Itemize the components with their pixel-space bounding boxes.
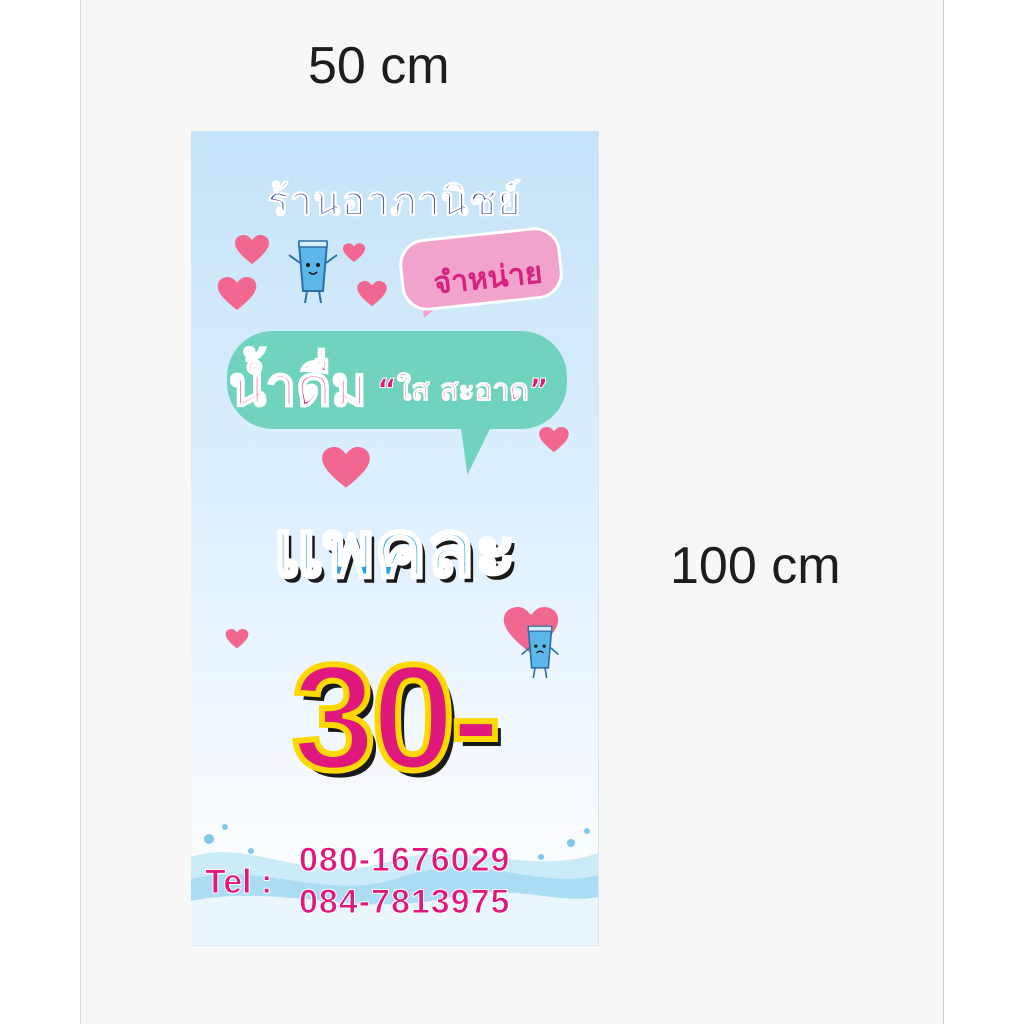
height-dimension-label: 100 cm	[670, 537, 841, 595]
width-dimension-label: 50 cm	[308, 37, 450, 95]
heart-icon	[235, 235, 269, 264]
phone-number: 084-7813975	[298, 883, 511, 922]
heart-icon	[343, 243, 365, 263]
banner-design: ร้านอาภานิชย์ จำหน่าย น้ำดื่ม “ใส สะอาด”…	[191, 131, 599, 946]
heart-icon	[322, 447, 370, 488]
shop-name: ร้านอาภานิชย์	[267, 179, 522, 226]
heart-icon	[357, 281, 387, 307]
heart-icon	[217, 277, 257, 310]
quality-label: “ใส สะอาด”	[377, 373, 550, 409]
phone-number: 080-1676029	[298, 841, 511, 880]
water-cup-mascot-icon	[288, 240, 338, 304]
pack-label: แพคละ	[271, 504, 518, 597]
tel-label: Tel :	[204, 863, 273, 902]
product-label: น้ำดื่ม	[228, 354, 368, 419]
heart-icon	[539, 427, 569, 453]
price-label: 30-	[289, 630, 504, 804]
